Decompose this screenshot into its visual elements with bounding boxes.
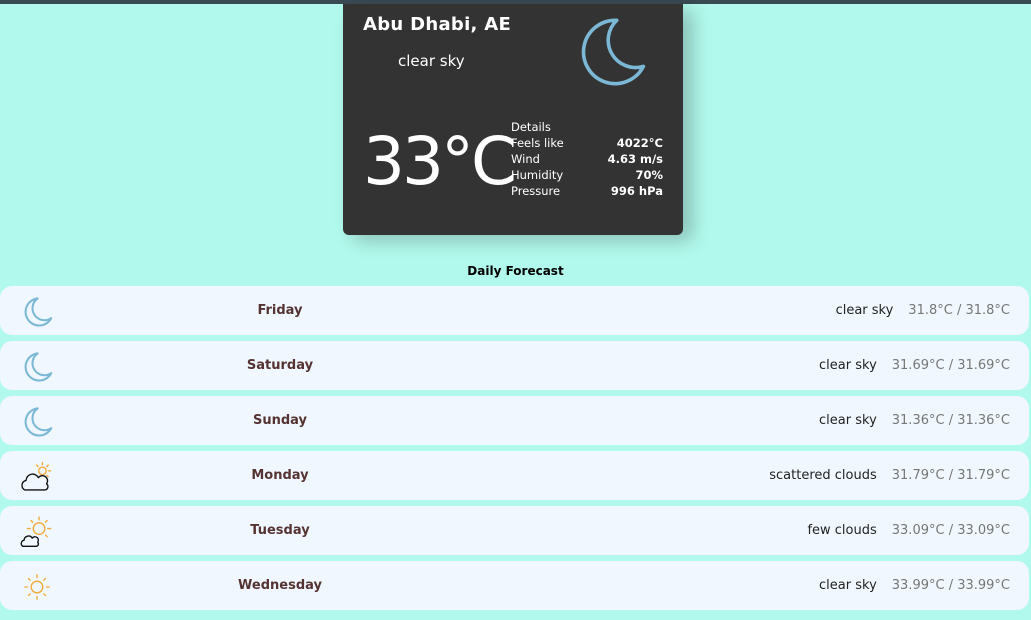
forecast-day: Tuesday — [250, 523, 310, 538]
city-name: Abu Dhabi, AE — [363, 14, 512, 35]
forecast-description: clear sky — [819, 578, 877, 593]
detail-label: Wind — [511, 152, 540, 166]
forecast-row-tuesday[interactable]: Tuesday few clouds 33.09°C / 33.09°C — [0, 506, 1029, 555]
detail-value: 996 hPa — [610, 184, 663, 198]
sun-cloud-icon — [20, 516, 52, 547]
forecast-summary: clear sky 31.69°C / 31.69°C — [819, 341, 1010, 390]
detail-humidity: Humidity 70% — [511, 167, 663, 183]
sun-icon — [24, 574, 50, 600]
crescent-moon-icon — [24, 297, 53, 327]
forecast-temps: 33.09°C / 33.09°C — [891, 523, 1010, 538]
forecast-row-sunday[interactable]: Sunday clear sky 31.36°C / 31.36°C — [0, 396, 1029, 445]
forecast-day: Saturday — [246, 358, 314, 373]
forecast-day: Monday — [251, 468, 309, 483]
forecast-temps: 31.8°C / 31.8°C — [908, 303, 1010, 318]
forecast-temps: 31.69°C / 31.69°C — [891, 358, 1010, 373]
current-description: clear sky — [398, 52, 465, 70]
forecast-day: Sunday — [252, 413, 308, 428]
forecast-description: clear sky — [819, 358, 877, 373]
forecast-row-wednesday[interactable]: Wednesday clear sky 33.99°C / 33.99°C — [0, 561, 1029, 610]
forecast-summary: clear sky 31.8°C / 31.8°C — [836, 286, 1010, 335]
crescent-moon-icon — [581, 18, 646, 86]
forecast-temps: 31.79°C / 31.79°C — [891, 468, 1010, 483]
current-weather-card: Abu Dhabi, AE clear sky 33°C Details Fee… — [343, 4, 683, 235]
crescent-moon-icon — [24, 407, 53, 437]
detail-value: 4.63 m/s — [607, 152, 663, 166]
detail-pressure: Pressure 996 hPa — [511, 183, 663, 199]
detail-label: Humidity — [511, 168, 564, 182]
forecast-day: Wednesday — [238, 578, 322, 593]
forecast-row-saturday[interactable]: Saturday clear sky 31.69°C / 31.69°C — [0, 341, 1029, 390]
forecast-row-friday[interactable]: Friday clear sky 31.8°C / 31.8°C — [0, 286, 1029, 335]
details-heading: Details — [511, 120, 551, 134]
forecast-summary: clear sky 31.36°C / 31.36°C — [819, 396, 1010, 445]
forecast-description: scattered clouds — [769, 468, 877, 483]
detail-value: 4022°C — [616, 136, 663, 150]
crescent-moon-icon — [24, 352, 53, 382]
forecast-description: clear sky — [835, 303, 894, 318]
forecast-temps: 31.36°C / 31.36°C — [891, 413, 1010, 428]
detail-value: 70% — [635, 168, 663, 182]
current-temperature: 33°C — [363, 123, 517, 200]
forecast-summary: clear sky 33.99°C / 33.99°C — [819, 561, 1010, 610]
cloud-sun-icon — [21, 462, 52, 491]
forecast-description: few clouds — [807, 523, 877, 538]
forecast-summary: scattered clouds 31.79°C / 31.79°C — [769, 451, 1010, 500]
forecast-description: clear sky — [819, 413, 877, 428]
forecast-summary: few clouds 33.09°C / 33.09°C — [807, 506, 1010, 555]
forecast-row-monday[interactable]: Monday scattered clouds 31.79°C / 31.79°C — [0, 451, 1029, 500]
detail-feels-like: Feels like 4022°C — [511, 135, 663, 151]
detail-label: Pressure — [511, 184, 561, 198]
details-panel: Details Feels like 4022°C Wind 4.63 m/s … — [511, 119, 663, 199]
detail-label: Feels like — [511, 136, 564, 150]
forecast-day: Friday — [257, 303, 303, 318]
detail-wind: Wind 4.63 m/s — [511, 151, 663, 167]
forecast-temps: 33.99°C / 33.99°C — [891, 578, 1010, 593]
forecast-title: Daily Forecast — [467, 264, 564, 278]
